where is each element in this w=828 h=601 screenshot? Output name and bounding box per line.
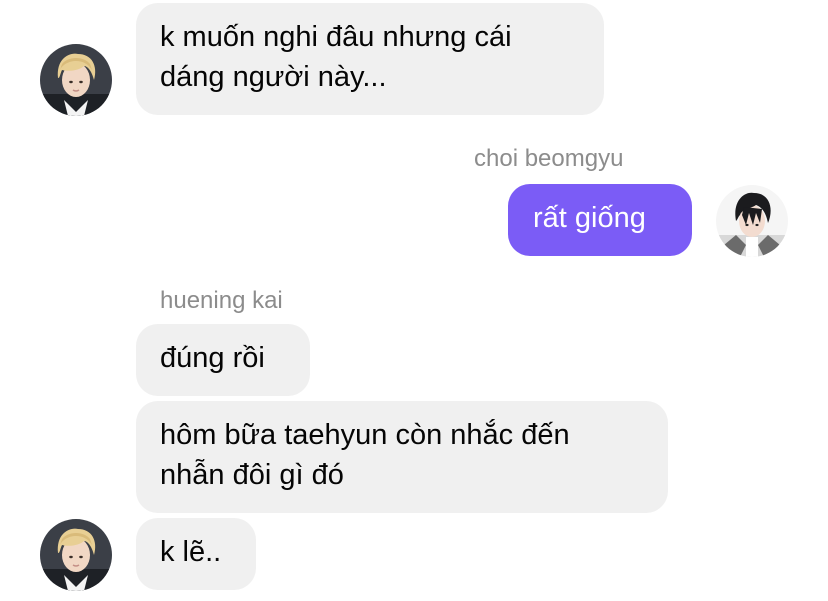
avatar[interactable] [716,185,788,257]
blond-person-avatar-icon [40,519,112,591]
message-bubble[interactable]: đúng rồi [136,324,310,396]
message-bubble[interactable]: k muốn nghi đâu nhưng cái dáng người này… [136,3,604,115]
blond-person-avatar-icon [40,44,112,116]
avatar[interactable] [40,519,112,591]
sender-name: choi beomgyu [474,145,624,172]
sender-name: huening kai [160,287,283,314]
message-bubble[interactable]: rất giống [508,184,692,256]
avatar[interactable] [40,44,112,116]
dark-hair-person-avatar-icon [716,185,788,257]
message-bubble[interactable]: hôm bữa taehyun còn nhắc đến nhẫn đôi gì… [136,401,668,513]
message-bubble[interactable]: k lẽ.. [136,518,256,590]
